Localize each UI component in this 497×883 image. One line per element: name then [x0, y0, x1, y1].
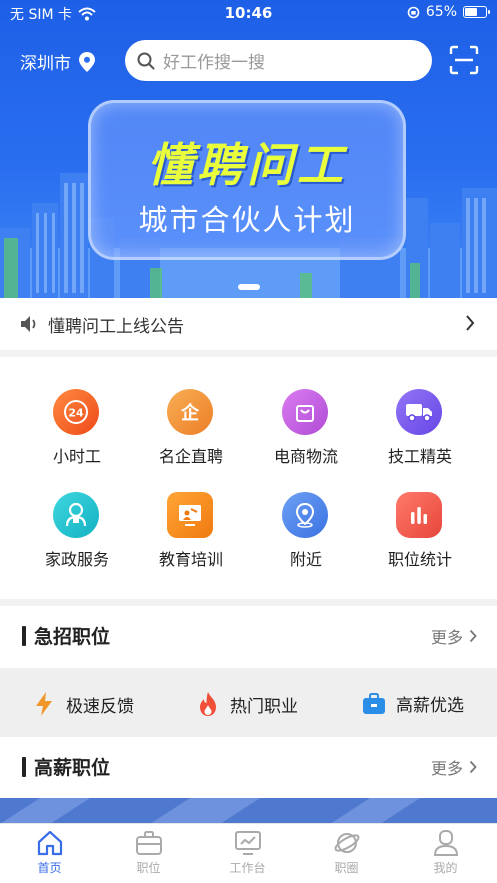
truck-icon — [396, 389, 442, 435]
clock-badge-text: 24 — [68, 407, 84, 420]
planet-icon — [334, 833, 359, 853]
lightning-icon — [36, 692, 52, 716]
bottom-tab-bar: 首页 职位 工作台 职圈 我的 — [0, 823, 497, 883]
category-label: 职位统计 — [387, 550, 452, 569]
teacher-board-icon — [167, 492, 213, 538]
banner-title: 懂聘问工 — [147, 138, 347, 192]
announcement-bar[interactable]: 懂聘问工上线公告 — [0, 298, 497, 350]
feature-fast-feedback[interactable]: 极速反馈 — [32, 691, 134, 717]
category-label: 家政服务 — [44, 550, 109, 569]
hero-banner-area: 无 SIM 卡 10:46 65% 深圳市 好工作搜一搜 懂聘问工 城市合伙人计… — [0, 0, 497, 298]
shopping-bag-icon — [282, 389, 328, 435]
enterprise-badge-text: 企 — [181, 403, 199, 424]
category-label: 名企直聘 — [158, 447, 223, 466]
search-input[interactable]: 好工作搜一搜 — [125, 40, 432, 81]
tab-label: 职圈 — [334, 861, 359, 875]
battery-icon — [463, 6, 490, 18]
search-placeholder: 好工作搜一搜 — [163, 53, 265, 73]
section-title: 急招职位 — [34, 626, 111, 648]
category-ecommerce[interactable]: 电商物流 — [244, 389, 368, 489]
rotation-lock-icon — [407, 6, 420, 18]
briefcase-icon — [363, 692, 385, 714]
tab-jobs[interactable]: 职位 — [99, 830, 198, 876]
more-button[interactable]: 更多 — [431, 624, 477, 648]
category-label: 附近 — [289, 550, 322, 569]
battery-fill — [465, 8, 478, 16]
status-bar: 无 SIM 卡 10:46 65% — [0, 0, 497, 26]
category-grid: 24 小时工 企 名企直聘 电商物流 技工精英 家政服务 教育培训 附近 职位统… — [0, 357, 497, 599]
flame-icon — [200, 692, 216, 716]
category-statistics[interactable]: 职位统计 — [358, 492, 482, 592]
feature-tabs: 极速反馈 热门职业 高薪优选 — [0, 669, 497, 737]
feature-hot-jobs[interactable]: 热门职业 — [196, 691, 298, 717]
chevron-right-icon — [469, 760, 477, 774]
battery-percent: 65% — [425, 4, 457, 20]
bar-stats-icon — [396, 492, 442, 538]
category-label: 小时工 — [52, 447, 101, 466]
more-button[interactable]: 更多 — [431, 755, 477, 779]
category-nearby[interactable]: 附近 — [244, 492, 368, 592]
monitor-icon — [234, 831, 261, 855]
chevron-right-icon — [466, 315, 475, 331]
tab-label: 我的 — [433, 861, 458, 875]
app-screen: 无 SIM 卡 10:46 65% 深圳市 好工作搜一搜 懂聘问工 城市合伙人计… — [0, 0, 497, 883]
category-education[interactable]: 教育培训 — [129, 492, 253, 592]
banner-subtitle: 城市合伙人计划 — [138, 203, 356, 237]
scan-icon[interactable] — [449, 45, 479, 75]
job-card-preview[interactable] — [0, 798, 497, 824]
category-label: 教育培训 — [158, 550, 223, 569]
location-pin-icon — [79, 51, 95, 72]
more-label: 更多 — [430, 759, 463, 778]
category-enterprise[interactable]: 企 名企直聘 — [129, 389, 253, 489]
tab-circle[interactable]: 职圈 — [297, 830, 396, 876]
feature-high-salary[interactable]: 高薪优选 — [362, 691, 464, 716]
category-hourly[interactable]: 24 小时工 — [15, 389, 139, 489]
top-bar: 深圳市 好工作搜一搜 — [0, 40, 497, 82]
tab-label: 工作台 — [229, 861, 266, 875]
tab-profile[interactable]: 我的 — [396, 830, 495, 876]
section-accent-bar — [22, 757, 26, 777]
card-decoration — [0, 798, 420, 824]
tab-home[interactable]: 首页 — [0, 830, 99, 876]
chevron-right-icon — [469, 629, 477, 643]
more-label: 更多 — [430, 628, 463, 647]
city-label: 深圳市 — [20, 54, 71, 74]
enterprise-icon: 企 — [167, 389, 213, 435]
section-title: 高薪职位 — [34, 757, 111, 779]
carousel-indicator[interactable] — [238, 284, 260, 290]
promo-banner[interactable]: 懂聘问工 城市合伙人计划 — [88, 100, 406, 260]
user-icon — [433, 830, 458, 856]
speaker-icon — [21, 316, 36, 332]
announcement-text: 懂聘问工上线公告 — [48, 316, 184, 337]
tab-label: 职位 — [136, 861, 161, 875]
category-label: 电商物流 — [273, 447, 338, 466]
tab-label: 首页 — [37, 861, 62, 875]
24h-clock-icon: 24 — [53, 389, 99, 435]
feature-label: 高薪优选 — [396, 696, 464, 716]
category-label: 技工精英 — [387, 447, 452, 466]
high-pay-jobs-header: 高薪职位 更多 — [0, 737, 497, 799]
feature-label: 极速反馈 — [66, 696, 134, 717]
category-housekeeping[interactable]: 家政服务 — [15, 492, 139, 592]
home-icon — [37, 830, 62, 856]
location-icon — [282, 492, 328, 538]
urgent-jobs-header: 急招职位 更多 — [0, 606, 497, 668]
feature-label: 热门职业 — [230, 696, 298, 717]
housekeeper-icon — [53, 492, 99, 538]
search-icon — [137, 52, 155, 69]
city-selector[interactable]: 深圳市 — [20, 49, 95, 74]
briefcase-icon — [135, 831, 162, 855]
tab-workbench[interactable]: 工作台 — [198, 830, 297, 876]
section-accent-bar — [22, 626, 26, 646]
category-technician[interactable]: 技工精英 — [358, 389, 482, 489]
